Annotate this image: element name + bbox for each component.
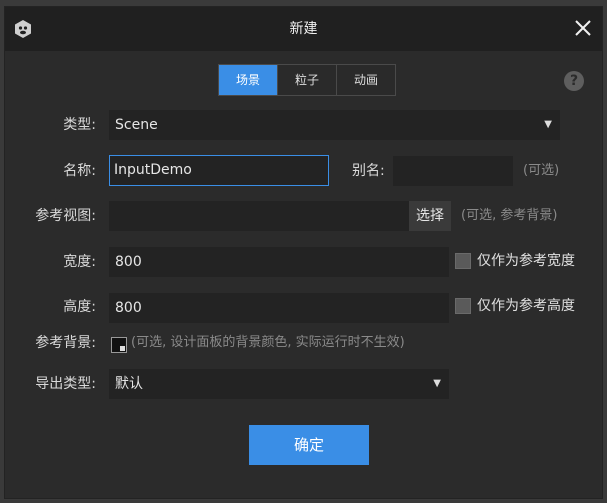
ref-height-label: 仅作为参考高度 xyxy=(477,298,575,314)
ref-width-checkbox[interactable] xyxy=(455,253,471,269)
dialog-title: 新建 xyxy=(289,21,318,37)
bg-color-swatch[interactable] xyxy=(111,337,127,353)
name-input[interactable]: InputDemo xyxy=(109,155,329,186)
width-input[interactable]: 800 xyxy=(109,247,449,277)
chevron-down-icon: ▼ xyxy=(544,119,552,130)
tab-particle[interactable]: 粒子 xyxy=(277,65,336,95)
name-label: 名称: xyxy=(63,163,96,179)
type-tabs: 场景 粒子 动画 xyxy=(218,64,396,96)
width-label: 宽度: xyxy=(63,254,96,270)
height-input[interactable]: 800 xyxy=(109,293,449,323)
select-button[interactable]: 选择 xyxy=(409,201,451,231)
export-type-value: 默认 xyxy=(115,376,143,392)
title-bar: 新建 xyxy=(5,7,602,51)
alias-label: 别名: xyxy=(352,163,385,179)
type-select-value: Scene xyxy=(115,117,158,133)
ok-button[interactable]: 确定 xyxy=(249,425,369,465)
export-type-select[interactable]: 默认 ▼ xyxy=(109,369,449,399)
ref-view-input[interactable] xyxy=(109,201,409,231)
tab-scene[interactable]: 场景 xyxy=(219,65,277,95)
chevron-down-icon: ▼ xyxy=(433,378,441,389)
tab-animation[interactable]: 动画 xyxy=(336,65,395,95)
alias-hint: (可选) xyxy=(523,163,560,178)
ref-width-label: 仅作为参考宽度 xyxy=(477,253,575,269)
ref-height-checkbox[interactable] xyxy=(455,298,471,314)
ref-view-hint: (可选, 参考背景) xyxy=(461,208,558,223)
help-icon[interactable]: ? xyxy=(564,71,584,91)
type-select[interactable]: Scene ▼ xyxy=(109,110,560,140)
close-icon[interactable] xyxy=(572,17,594,39)
new-dialog: 新建 场景 粒子 动画 ? 类型: Scene ▼ 名称: InputDemo … xyxy=(4,6,603,499)
export-type-label: 导出类型: xyxy=(35,376,96,392)
height-label: 高度: xyxy=(63,299,96,315)
ref-view-label: 参考视图: xyxy=(35,208,96,224)
alias-input[interactable] xyxy=(393,156,513,186)
type-label: 类型: xyxy=(63,117,96,133)
ref-bg-hint: (可选, 设计面板的背景颜色, 实际运行时不生效) xyxy=(131,335,405,350)
ref-bg-label: 参考背景: xyxy=(35,335,96,351)
